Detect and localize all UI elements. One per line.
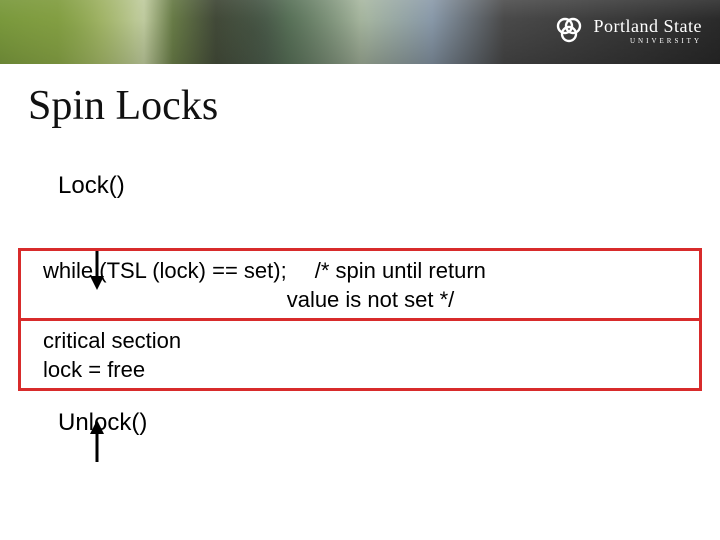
- comment-line2: value is not set */: [287, 286, 455, 315]
- slide-content: Lock() while (TSL (lock) == set); /* spi…: [0, 172, 720, 437]
- critical-section-line: critical section: [43, 327, 681, 356]
- slide-header: Portland State UNIVERSITY: [0, 0, 720, 64]
- university-sub: UNIVERSITY: [594, 37, 703, 45]
- university-name: Portland State: [594, 17, 703, 35]
- lock-label: Lock(): [58, 172, 702, 200]
- interlock-icon: [552, 14, 586, 48]
- slide-title: Spin Locks: [28, 82, 720, 130]
- unlock-label: Unlock(): [58, 409, 702, 437]
- arrow-up-icon: [88, 420, 106, 462]
- while-code: while (TSL (lock) == set);: [43, 257, 287, 286]
- lock-free-line: lock = free: [43, 356, 681, 385]
- university-logo: Portland State UNIVERSITY: [552, 14, 703, 48]
- code-box-while: while (TSL (lock) == set); /* spin until…: [18, 248, 702, 321]
- comment-line1: /* spin until return: [315, 258, 486, 283]
- code-box-critical: critical section lock = free: [18, 318, 702, 391]
